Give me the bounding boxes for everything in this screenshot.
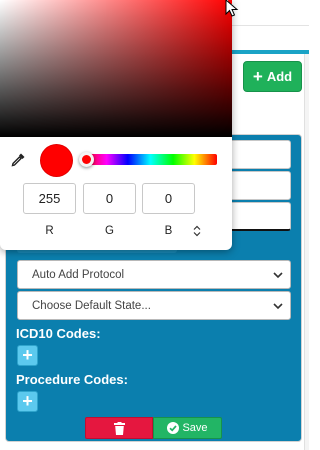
scroll-area-edge: [304, 54, 309, 450]
green-channel-label: G: [105, 225, 114, 237]
active-tab-indicator: [230, 50, 309, 54]
add-button-label: Add: [266, 69, 293, 84]
hue-slider[interactable]: [79, 152, 217, 167]
hue-slider-thumb[interactable]: [79, 152, 94, 167]
up-down-arrows-icon[interactable]: [192, 224, 202, 238]
auto-add-protocol-value: Auto Add Protocol: [32, 268, 125, 281]
saturation-area[interactable]: [0, 0, 232, 137]
color-preview-swatch: [40, 144, 73, 177]
save-button-label: Save: [182, 422, 208, 434]
add-button[interactable]: + Add: [243, 61, 302, 92]
add-procedure-button[interactable]: +: [17, 391, 38, 412]
chevron-down-icon: [273, 272, 283, 279]
check-circle-icon: [167, 422, 180, 434]
chevron-down-icon: [273, 303, 283, 310]
red-channel-input[interactable]: 255: [23, 183, 76, 214]
auto-add-protocol-select[interactable]: Auto Add Protocol: [17, 260, 291, 289]
default-state-value: Choose Default State...: [32, 299, 151, 312]
green-channel-input[interactable]: 0: [83, 183, 136, 214]
trash-icon: [113, 421, 125, 435]
eyedropper-icon[interactable]: [10, 152, 26, 168]
color-picker-popup: 255 0 0 R G B: [0, 0, 232, 250]
plus-icon: +: [252, 67, 263, 86]
mouse-cursor-icon: [225, 0, 239, 17]
blue-channel-input[interactable]: 0: [142, 183, 195, 214]
blue-channel-label: B: [164, 225, 173, 237]
procedure-codes-label: Procedure Codes:: [16, 372, 128, 387]
red-channel-label: R: [45, 225, 54, 237]
default-state-select[interactable]: Choose Default State...: [17, 291, 291, 320]
delete-button[interactable]: [85, 417, 153, 439]
add-icd10-button[interactable]: +: [17, 345, 38, 366]
save-button[interactable]: Save: [153, 417, 222, 439]
icd10-codes-label: ICD10 Codes:: [16, 326, 101, 341]
